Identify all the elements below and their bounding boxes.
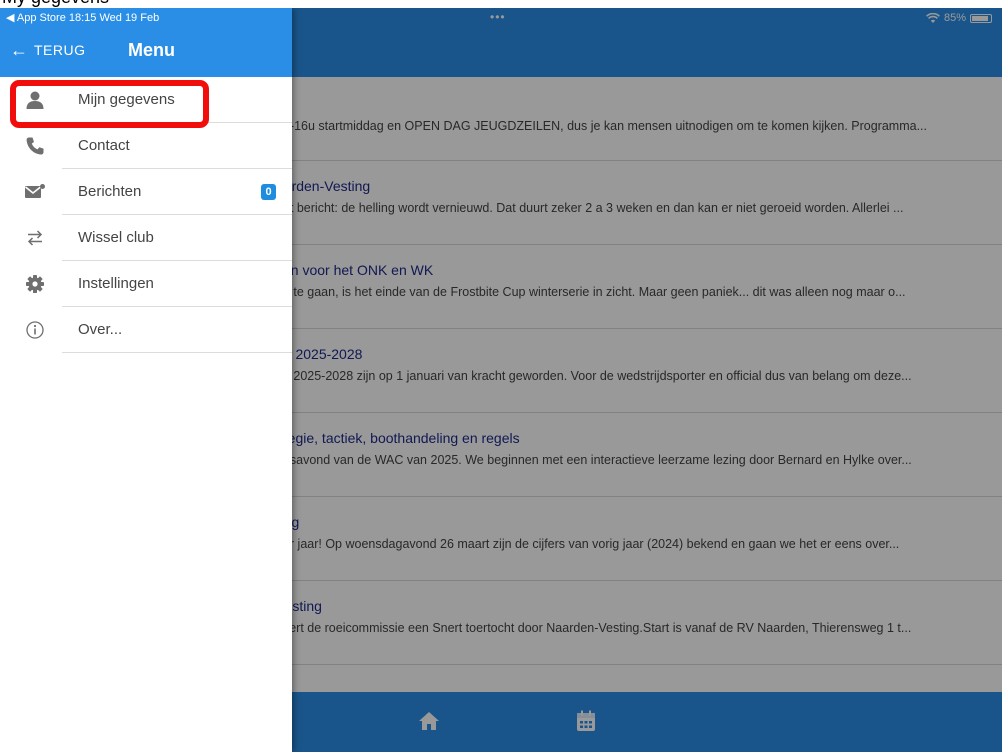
news-body: en 2025-2028 zijn op 1 januari van krach… <box>276 369 912 383</box>
battery-percent: 85% <box>943 12 966 24</box>
menu-item-contact[interactable]: Contact <box>0 123 292 169</box>
arrow-left-icon: ← <box>10 40 28 60</box>
menu-item-label: Over... <box>78 321 123 338</box>
gear-icon <box>24 273 46 295</box>
menu-item-label: Instellingen <box>78 275 154 292</box>
side-drawer: ◀ App Store 18:15 Wed 19 Feb ← TERUG Men… <box>0 8 292 752</box>
menu-item-wissel-club[interactable]: Wissel club <box>0 215 292 261</box>
back-label: TERUG <box>34 42 86 58</box>
multitask-dots[interactable]: ••• <box>490 10 506 24</box>
news-body: het bericht: de helling wordt vernieuwd.… <box>276 201 904 215</box>
app-screen: ••• 85% 14-16u startmiddag en OPEN DAG J… <box>0 8 1002 752</box>
swap-icon <box>24 227 46 249</box>
news-body: 14-16u startmiddag en OPEN DAG JEUGDZEIL… <box>276 119 927 133</box>
menu-item-berichten[interactable]: Berichten 0 <box>0 169 292 215</box>
home-icon[interactable] <box>418 710 440 732</box>
mail-icon <box>24 181 46 203</box>
info-icon <box>24 319 46 341</box>
caption-strip: My gegevens <box>0 0 1002 8</box>
menu-item-label: Berichten <box>78 183 142 200</box>
status-left[interactable]: ◀ App Store 18:15 Wed 19 Feb <box>6 11 159 24</box>
drawer-header: ◀ App Store 18:15 Wed 19 Feb ← TERUG Men… <box>0 8 292 77</box>
menu-item-mijn-gegevens[interactable]: Mijn gegevens <box>0 77 292 123</box>
news-title: ategie, tactiek, boothandeling en regels <box>276 430 520 446</box>
caption-fragment: My gegevens <box>2 0 109 8</box>
menu-item-label: Mijn gegevens <box>78 91 175 108</box>
drawer-title: Menu <box>128 40 175 60</box>
menu-item-label: Wissel club <box>78 229 154 246</box>
back-button[interactable]: ← TERUG <box>10 36 86 64</box>
unread-badge: 0 <box>261 184 276 200</box>
news-title: u in voor het ONK en WK <box>276 262 434 278</box>
menu-item-over[interactable]: Over... <box>0 307 292 353</box>
phone-icon <box>24 135 46 157</box>
battery-icon <box>970 13 992 23</box>
menu-item-instellingen[interactable]: Instellingen <box>0 261 292 307</box>
menu-item-label: Contact <box>78 137 130 154</box>
status-right: 85% <box>926 12 992 24</box>
news-body: ngsavond van de WAC van 2025. We beginne… <box>276 453 912 467</box>
news-body: per jaar! Op woensdagavond 26 maart zijn… <box>276 537 900 551</box>
wifi-icon <box>926 12 940 23</box>
person-icon <box>24 89 46 111</box>
news-body: seert de roeicommissie een Snert toertoc… <box>276 621 912 635</box>
drawer-menu: Mijn gegevens Contact Berichten 0 Wissel… <box>0 77 292 353</box>
calendar-icon[interactable] <box>576 710 596 732</box>
news-body: en te gaan, is het einde van de Frostbit… <box>276 285 906 299</box>
